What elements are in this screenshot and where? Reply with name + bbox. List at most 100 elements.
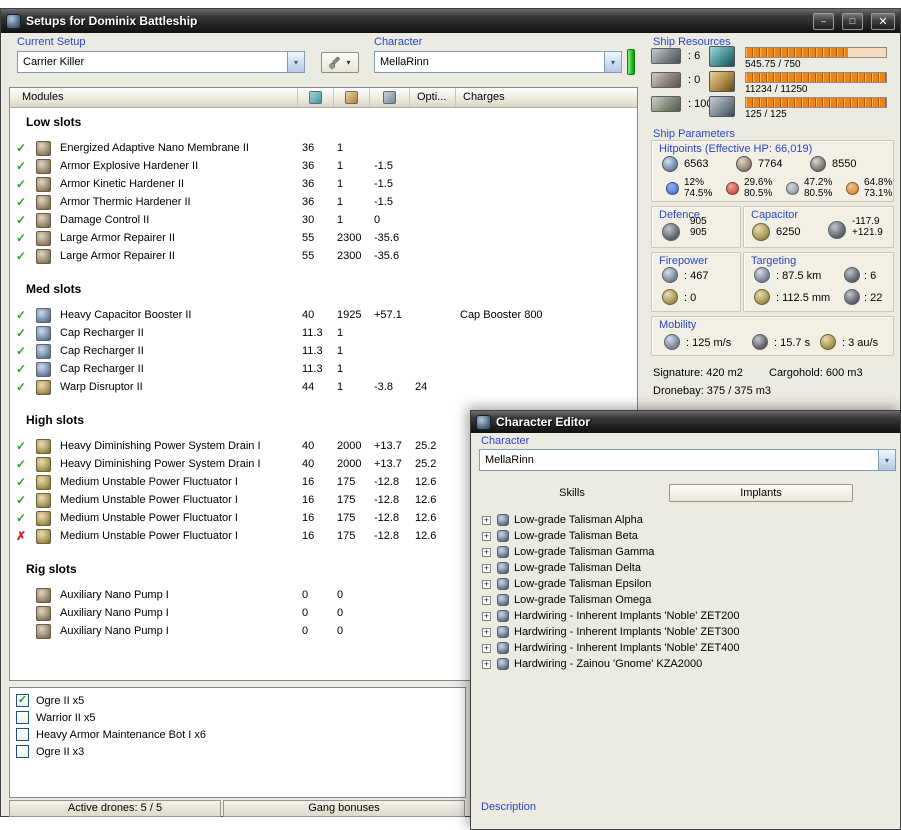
firepower-label: Firepower: [659, 255, 708, 267]
module-row[interactable]: Heavy Capacitor Booster II 40 1925 +57.1 Cap…: [10, 306, 637, 324]
launcher-dps-icon: [662, 289, 678, 305]
tab-skills[interactable]: Skills: [479, 485, 665, 502]
character-combo[interactable]: MellaRinn: [374, 51, 622, 73]
resist-values: 12% 74.5%: [684, 177, 712, 199]
optimal-column-header[interactable]: Opti...: [410, 88, 456, 107]
structure-hp-value: 8550: [832, 158, 857, 170]
close-button[interactable]: [871, 12, 895, 30]
module-status-cell: [10, 493, 32, 507]
ok-check-icon: [16, 511, 26, 525]
armor-hp-value: 7764: [758, 158, 783, 170]
shield-hp: 6563: [662, 156, 708, 172]
modules-table-header[interactable]: Modules Opti... Charges: [10, 88, 637, 108]
implant-tree-item[interactable]: Low-grade Talisman Omega: [477, 592, 897, 608]
module-row[interactable]: Warp Disruptor II 44 1 -3.8 24: [10, 378, 637, 396]
ok-check-icon: [16, 213, 26, 227]
implant-tree-item[interactable]: Hardwiring - Inherent Implants 'Noble' Z…: [477, 640, 897, 656]
shield-resist-value: 64.8%: [864, 177, 893, 188]
drone-checkbox[interactable]: [16, 694, 29, 707]
implant-tree-item[interactable]: Low-grade Talisman Delta: [477, 560, 897, 576]
expand-plus-icon[interactable]: [482, 563, 491, 573]
module-name: Auxiliary Nano Pump I: [60, 625, 169, 637]
module-icon: [35, 605, 51, 621]
gang-bonuses-status[interactable]: Gang bonuses: [223, 800, 465, 817]
capacitor-column-header[interactable]: [370, 88, 410, 107]
module-cpu: 40: [302, 458, 315, 470]
module-icon: [35, 176, 51, 192]
chevron-down-icon[interactable]: [604, 52, 621, 72]
drone-item[interactable]: Ogre II x3: [16, 743, 465, 760]
module-row[interactable]: Armor Kinetic Hardener II 36 1 -1.5: [10, 175, 637, 193]
module-row[interactable]: Energized Adaptive Nano Membrane II 36 1: [10, 139, 637, 157]
module-row[interactable]: Cap Recharger II 11.3 1: [10, 342, 637, 360]
shield-resist-value: 29.6%: [744, 177, 773, 188]
expand-plus-icon[interactable]: [482, 627, 491, 637]
expand-plus-icon[interactable]: [482, 531, 491, 541]
module-row[interactable]: Armor Explosive Hardener II 36 1 -1.5: [10, 157, 637, 175]
modules-column-header[interactable]: Modules: [10, 88, 298, 107]
app-icon: [6, 13, 21, 29]
module-name: Cap Recharger II: [60, 345, 144, 357]
module-row[interactable]: Damage Control II 30 1 0: [10, 211, 637, 229]
module-cap-use: +13.7: [374, 440, 402, 452]
module-icon: [35, 492, 51, 508]
cpu-column-header[interactable]: [298, 88, 334, 107]
module-row[interactable]: Armor Thermic Hardener II 36 1 -1.5: [10, 193, 637, 211]
module-cpu: 0: [302, 625, 309, 637]
expand-plus-icon[interactable]: [482, 659, 491, 669]
drone-item[interactable]: Ogre II x5: [16, 692, 465, 709]
implant-tree-item[interactable]: Low-grade Talisman Gamma: [477, 544, 897, 560]
module-status-cell: [10, 511, 32, 525]
expand-plus-icon[interactable]: [482, 547, 491, 557]
module-icon-cell: [32, 623, 54, 639]
module-status-cell: [10, 344, 32, 358]
maximize-button[interactable]: [842, 12, 863, 30]
expand-plus-icon[interactable]: [482, 643, 491, 653]
chevron-down-icon[interactable]: [878, 450, 895, 470]
expand-plus-icon[interactable]: [482, 579, 491, 589]
ok-check-icon: [16, 344, 26, 358]
drone-label: Heavy Armor Maintenance Bot I x6: [36, 728, 206, 741]
module-optimal: 24: [415, 381, 428, 393]
drone-checkbox[interactable]: [16, 728, 29, 741]
module-optimal: 12.6: [415, 476, 437, 488]
editor-character-combo[interactable]: MellaRinn: [479, 449, 896, 471]
minimize-button[interactable]: [813, 12, 834, 30]
implant-tree-item[interactable]: Hardwiring - Zainou 'Gnome' KZA2000: [477, 656, 897, 672]
implant-tree-item[interactable]: Low-grade Talisman Epsilon: [477, 576, 897, 592]
resist-values: 64.8% 73.1%: [864, 177, 892, 199]
expand-plus-icon[interactable]: [482, 611, 491, 621]
implant-tree-item[interactable]: Low-grade Talisman Beta: [477, 528, 897, 544]
module-row[interactable]: Cap Recharger II 11.3 1: [10, 324, 637, 342]
expand-plus-icon[interactable]: [482, 515, 491, 525]
drone-checkbox[interactable]: [16, 745, 29, 758]
targeting-label: Targeting: [751, 255, 797, 267]
module-row[interactable]: Cap Recharger II 11.3 1: [10, 360, 637, 378]
module-cap-use: -1.5: [374, 160, 393, 172]
module-cpu: 36: [302, 142, 315, 154]
drone-checkbox[interactable]: [16, 711, 29, 724]
chevron-down-icon[interactable]: [287, 52, 304, 72]
implant-name: Low-grade Talisman Omega: [514, 594, 652, 606]
capacitor-recharge: +121.9: [852, 227, 883, 238]
drone-label: Ogre II x3: [36, 745, 85, 758]
module-row[interactable]: Large Armor Repairer II 55 2300 -35.6: [10, 229, 637, 247]
drone-item[interactable]: Heavy Armor Maintenance Bot I x6: [16, 726, 465, 743]
drone-item[interactable]: Warrior II x5: [16, 709, 465, 726]
implant-icon: [497, 562, 509, 574]
tab-implants[interactable]: Implants: [669, 484, 853, 502]
current-setup-combo[interactable]: Carrier Killer: [17, 51, 305, 73]
powergrid-column-header[interactable]: [334, 88, 370, 107]
module-cpu: 40: [302, 309, 315, 321]
implant-tree-item[interactable]: Hardwiring - Inherent Implants 'Noble' Z…: [477, 608, 897, 624]
module-row[interactable]: Large Armor Repairer II 55 2300 -35.6: [10, 247, 637, 265]
module-icon-cell: [32, 325, 54, 341]
implant-tree-item[interactable]: Low-grade Talisman Alpha: [477, 512, 897, 528]
main-window-titlebar[interactable]: Setups for Dominix Battleship: [1, 9, 900, 33]
implant-tree-item[interactable]: Hardwiring - Inherent Implants 'Noble' Z…: [477, 624, 897, 640]
charges-column-header[interactable]: Charges: [456, 88, 637, 107]
expand-plus-icon[interactable]: [482, 595, 491, 605]
setup-tools-button[interactable]: [321, 52, 359, 73]
character-editor-titlebar[interactable]: Character Editor: [471, 411, 900, 433]
drones-panel: Ogre II x5 Warrior II x5 Heavy Armor Maint…: [9, 687, 466, 798]
